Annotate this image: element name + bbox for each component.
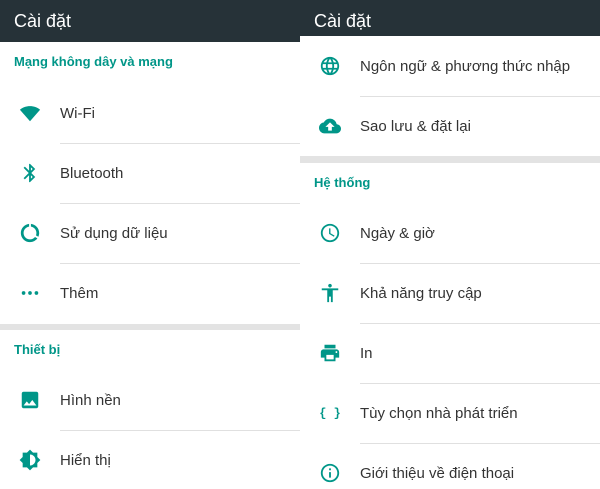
left-settings-screen: Cài đặt Mạng không dây và mạng Wi-Fi Blu… (0, 0, 300, 489)
settings-item-label: Ngôn ngữ & phương thức nhập (360, 57, 571, 75)
settings-item-developer-options[interactable]: { } Tùy chọn nhà phát triển (300, 383, 600, 443)
wifi-icon (0, 83, 60, 143)
settings-item-label: In (360, 344, 373, 362)
section-title-wireless: Mạng không dây và mạng (14, 54, 173, 69)
settings-item-label: Wi-Fi (60, 104, 95, 122)
settings-item-data-usage[interactable]: Sử dụng dữ liệu (0, 203, 300, 263)
settings-item-about-phone[interactable]: Giới thiệu về điện thoại (300, 443, 600, 489)
settings-item-date-time[interactable]: Ngày & giờ (300, 203, 600, 263)
settings-item-label: Hình nền (60, 391, 121, 409)
settings-item-language-input[interactable]: Ngôn ngữ & phương thức nhập (300, 36, 600, 96)
settings-item-label: Bluetooth (60, 164, 124, 182)
globe-icon (300, 36, 360, 96)
section-title-system: Hệ thống (314, 175, 371, 190)
settings-item-print[interactable]: In (300, 323, 600, 383)
bluetooth-icon (0, 143, 60, 203)
settings-item-wallpaper[interactable]: Hình nền (0, 370, 300, 430)
more-icon (0, 263, 60, 323)
svg-text:{ }: { } (319, 407, 340, 421)
section-title-device: Thiết bị (14, 342, 61, 357)
device-card: Thiết bị Hình nền Hiển thị (0, 330, 300, 489)
data-usage-icon (0, 203, 60, 263)
brightness-icon (0, 430, 60, 489)
settings-item-backup-reset[interactable]: Sao lưu & đặt lại (300, 96, 600, 156)
accessibility-icon (300, 263, 360, 323)
settings-item-wifi[interactable]: Wi-Fi (0, 83, 300, 143)
info-icon (300, 443, 360, 489)
code-braces-icon: { } (300, 383, 360, 443)
settings-item-label: Sao lưu & đặt lại (360, 117, 471, 135)
settings-item-label: Giới thiệu về điện thoại (360, 464, 515, 482)
settings-item-label: Khả năng truy cập (360, 284, 482, 302)
settings-item-accessibility[interactable]: Khả năng truy cập (300, 263, 600, 323)
settings-item-label: Tùy chọn nhà phát triển (360, 404, 518, 422)
settings-item-more[interactable]: Thêm (0, 263, 300, 323)
settings-item-bluetooth[interactable]: Bluetooth (0, 143, 300, 203)
clock-icon (300, 203, 360, 263)
settings-item-label: Sử dụng dữ liệu (60, 224, 168, 242)
wallpaper-icon (0, 370, 60, 430)
right-settings-screen: Cài đặt Ngôn ngữ & phương thức nhập Sao … (300, 0, 600, 489)
printer-icon (300, 323, 360, 383)
wireless-networks-card: Mạng không dây và mạng Wi-Fi Bluetooth S… (0, 42, 300, 324)
personal-card: Ngôn ngữ & phương thức nhập Sao lưu & đặ… (300, 36, 600, 156)
settings-item-label: Hiển thị (60, 451, 111, 469)
settings-item-display[interactable]: Hiển thị (0, 430, 300, 489)
cloud-upload-icon (300, 96, 360, 156)
settings-item-label: Ngày & giờ (360, 224, 435, 242)
system-card: Hệ thống Ngày & giờ Khả năng truy cập In… (300, 163, 600, 489)
settings-item-label: Thêm (60, 284, 99, 302)
app-bar-title: Cài đặt (0, 0, 300, 42)
